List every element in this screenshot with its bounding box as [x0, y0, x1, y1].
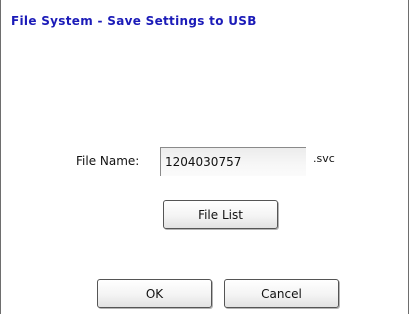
file-name-input[interactable] [160, 147, 306, 176]
cancel-button[interactable]: Cancel [224, 279, 339, 308]
save-settings-dialog: File System - Save Settings to USB File … [0, 0, 409, 314]
ok-button[interactable]: OK [97, 279, 212, 308]
dialog-title: File System - Save Settings to USB [11, 14, 257, 28]
file-list-button[interactable]: File List [163, 200, 278, 229]
file-extension-label: .svc [313, 152, 335, 165]
file-name-label: File Name: [76, 154, 140, 168]
